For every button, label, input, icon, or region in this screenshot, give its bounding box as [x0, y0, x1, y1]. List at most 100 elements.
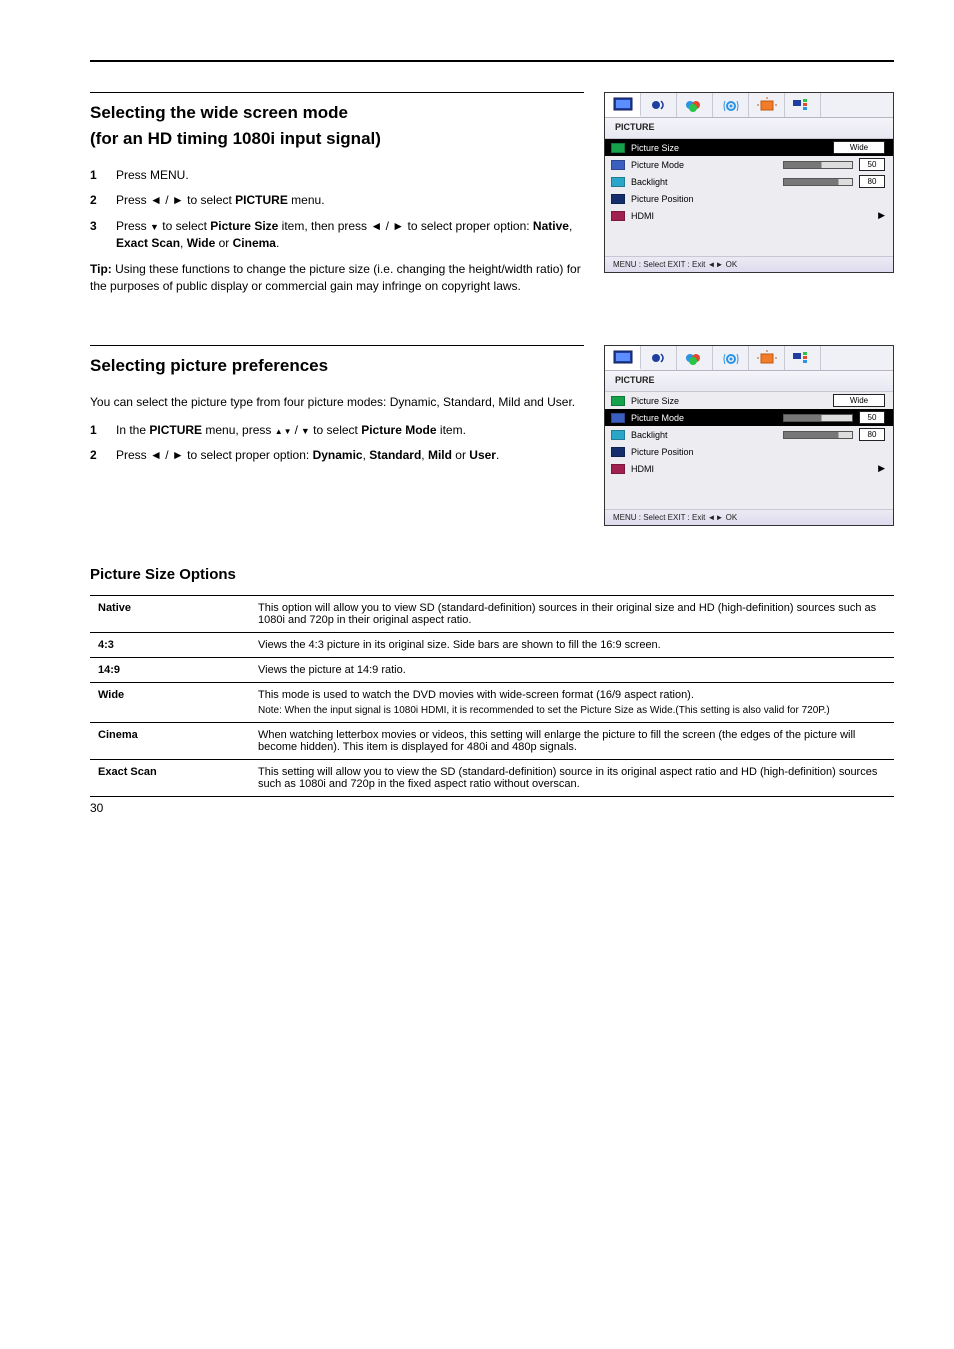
menu-tab-filler	[821, 346, 893, 370]
row-label: Picture Position	[631, 194, 885, 204]
row-icon	[611, 143, 625, 153]
menu-tab-setup[interactable]	[749, 346, 785, 370]
step-text: Press ◄ / ► to select proper option: Dyn…	[116, 447, 584, 464]
colour-icon	[683, 98, 707, 112]
menu-tab-app[interactable]	[785, 93, 821, 117]
option-name: 14:9	[90, 658, 250, 683]
step-number: 2	[90, 192, 106, 209]
option-desc: Views the picture at 14:9 ratio.	[250, 658, 894, 683]
section2-title: Selecting picture preferences	[90, 356, 584, 376]
row-icon	[611, 396, 625, 406]
section1-title: Selecting the wide screen mode (for an H…	[90, 103, 584, 149]
row-slider[interactable]	[783, 161, 853, 169]
row-label: Picture Position	[631, 447, 885, 457]
setup-icon	[756, 97, 778, 113]
osd-menu-1: PICTURE Picture SizeWidePicture Mode50Ba…	[604, 92, 894, 273]
option-desc: This mode is used to watch the DVD movie…	[250, 683, 894, 723]
menu-tab-colour[interactable]	[677, 346, 713, 370]
menu-tab-picture[interactable]	[605, 346, 641, 370]
row-slider[interactable]	[783, 178, 853, 186]
row-icon	[611, 430, 625, 440]
chevron-right-icon: ▶	[875, 210, 885, 221]
option-name: Wide	[90, 683, 250, 723]
page-number: 30	[90, 801, 103, 815]
section1-rule	[90, 92, 584, 93]
section2-steps: 1 In the PICTURE menu, press / to select …	[90, 422, 584, 465]
menu-body: Picture SizeWidePicture Mode50 Backlight 8…	[605, 139, 893, 224]
menu-row-hdmi[interactable]: HDMI▶	[605, 460, 893, 477]
row-icon	[611, 464, 625, 474]
menu-tab-colour[interactable]	[677, 93, 713, 117]
menu-row-picture-size[interactable]: Picture SizeWide	[605, 139, 893, 156]
row-slider-value: 50	[859, 158, 885, 171]
menu-hint: MENU : Select EXIT : Exit ◄► OK	[605, 509, 893, 525]
step-text: Press to select Picture Size item, then …	[116, 218, 584, 253]
row-icon	[611, 177, 625, 187]
menu-row-backlight[interactable]: Backlight80	[605, 426, 893, 443]
row-label: Picture Mode	[631, 413, 777, 423]
menu-tab-setup[interactable]	[749, 93, 785, 117]
row-label: Picture Size	[631, 143, 827, 153]
option-name: 4:3	[90, 633, 250, 658]
step-text: Press MENU.	[116, 167, 584, 184]
row-label: Backlight	[631, 177, 777, 187]
option-name: Native	[90, 596, 250, 633]
option-row: 14:9Views the picture at 14:9 ratio.	[90, 658, 894, 683]
menu-row-picture-mode[interactable]: Picture Mode50	[605, 156, 893, 173]
row-icon	[611, 194, 625, 204]
row-icon	[611, 413, 625, 423]
menu-tabs	[605, 346, 893, 371]
sound-icon	[649, 351, 669, 365]
app-icon	[792, 98, 814, 112]
step-number: 1	[90, 422, 106, 439]
channel-icon	[721, 351, 741, 365]
instruction-step: 3 Press to select Picture Size item, then…	[90, 218, 584, 253]
menu-heading: PICTURE	[605, 118, 893, 139]
row-label: HDMI	[631, 464, 869, 474]
section2-intro: You can select the picture type from fou…	[90, 394, 584, 411]
menu-tabs	[605, 93, 893, 118]
section1-tip: Tip: Using these functions to change the…	[90, 261, 584, 296]
option-desc: This option will allow you to view SD (s…	[250, 596, 894, 633]
row-icon	[611, 160, 625, 170]
option-note: Note: When the input signal is 1080i HDM…	[258, 705, 886, 716]
setup-icon	[756, 350, 778, 366]
row-slider[interactable]	[783, 414, 853, 422]
menu-tab-app[interactable]	[785, 346, 821, 370]
menu-row-picture-position[interactable]: Picture Position	[605, 190, 893, 207]
step-number: 1	[90, 167, 106, 184]
menu-row-picture-position[interactable]: Picture Position	[605, 443, 893, 460]
row-slider-value: 50	[859, 411, 885, 424]
step-text: In the PICTURE menu, press / to select P…	[116, 422, 584, 439]
row-slider-value: 80	[859, 175, 885, 188]
menu-tab-channel[interactable]	[713, 346, 749, 370]
option-row: 4:3Views the 4:3 picture in its original…	[90, 633, 894, 658]
option-desc: Views the 4:3 picture in its original si…	[250, 633, 894, 658]
section-picture-preferences: Selecting picture preferences You can se…	[90, 345, 894, 526]
tip-text: Using these functions to change the pict…	[90, 262, 581, 293]
menu-row-picture-size[interactable]: Picture SizeWide	[605, 392, 893, 409]
page-top-rule	[90, 60, 894, 62]
menu-tab-sound[interactable]	[641, 346, 677, 370]
menu-heading: PICTURE	[605, 371, 893, 392]
menu-tab-picture[interactable]	[605, 93, 641, 117]
instruction-step: 1 In the PICTURE menu, press / to select …	[90, 422, 584, 439]
menu-tab-sound[interactable]	[641, 93, 677, 117]
menu-row-picture-mode[interactable]: Picture Mode 50	[605, 409, 893, 426]
sound-icon	[649, 98, 669, 112]
menu-tab-channel[interactable]	[713, 93, 749, 117]
row-slider[interactable]	[783, 431, 853, 439]
row-label: HDMI	[631, 211, 869, 221]
option-row: Exact ScanThis setting will allow you to…	[90, 760, 894, 797]
menu-row-hdmi[interactable]: HDMI ▶	[605, 207, 893, 224]
menu-row-backlight[interactable]: Backlight 80	[605, 173, 893, 190]
section1-menu-screenshot: PICTURE Picture SizeWidePicture Mode50Ba…	[604, 92, 894, 273]
options-heading: Picture Size Options	[90, 566, 894, 583]
instruction-step: 2Press ◄ / ► to select PICTURE menu.	[90, 192, 584, 209]
step-number: 3	[90, 218, 106, 253]
section1-title-b: (for an HD timing 1080i input signal)	[90, 129, 381, 149]
section2-menu-screenshot: PICTURE Picture SizeWide Picture Mode 50 Ba…	[604, 345, 894, 526]
section2-title-a: Selecting picture preferences	[90, 356, 328, 376]
app-icon	[792, 351, 814, 365]
section1-title-a: Selecting the wide screen mode	[90, 103, 348, 123]
